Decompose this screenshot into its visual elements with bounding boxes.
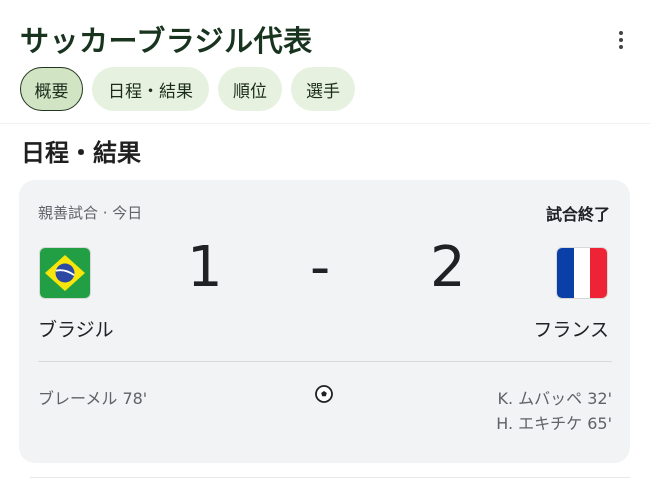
divider (30, 477, 630, 478)
match-card[interactable]: 親善試合 · 今日 試合終了 1 - 2 ブラジル フランス ブレーメル 78'… (19, 180, 630, 463)
france-flag-icon (556, 247, 608, 299)
card-divider (38, 361, 612, 362)
away-score: 2 (430, 235, 466, 300)
score-separator: - (310, 235, 331, 300)
divider (0, 123, 650, 124)
tab-chips: 概要 日程・結果 順位 選手 (20, 67, 355, 111)
tab-overview[interactable]: 概要 (20, 67, 83, 111)
tab-schedule-results[interactable]: 日程・結果 (92, 67, 209, 111)
home-score: 1 (187, 235, 223, 300)
away-team-name: フランス (533, 319, 609, 341)
more-dot (619, 38, 623, 42)
more-options-icon[interactable] (608, 26, 634, 54)
tab-players[interactable]: 選手 (291, 67, 355, 111)
more-dot (619, 45, 623, 49)
away-scorer: H. エキチケ 65' (496, 414, 612, 433)
match-meta: 親善試合 · 今日 (38, 204, 143, 222)
soccer-ball-icon (314, 384, 334, 404)
tab-standings[interactable]: 順位 (218, 67, 282, 111)
page-title: サッカーブラジル代表 (20, 24, 313, 58)
more-dot (619, 31, 623, 35)
match-status: 試合終了 (545, 205, 610, 224)
home-scorer: ブレーメル 78' (38, 389, 148, 408)
section-title[interactable]: 日程・結果 (21, 133, 141, 168)
home-team-name: ブラジル (38, 319, 114, 341)
away-scorer: K. ムバッペ 32' (497, 389, 612, 408)
brazil-flag-icon (39, 247, 91, 299)
